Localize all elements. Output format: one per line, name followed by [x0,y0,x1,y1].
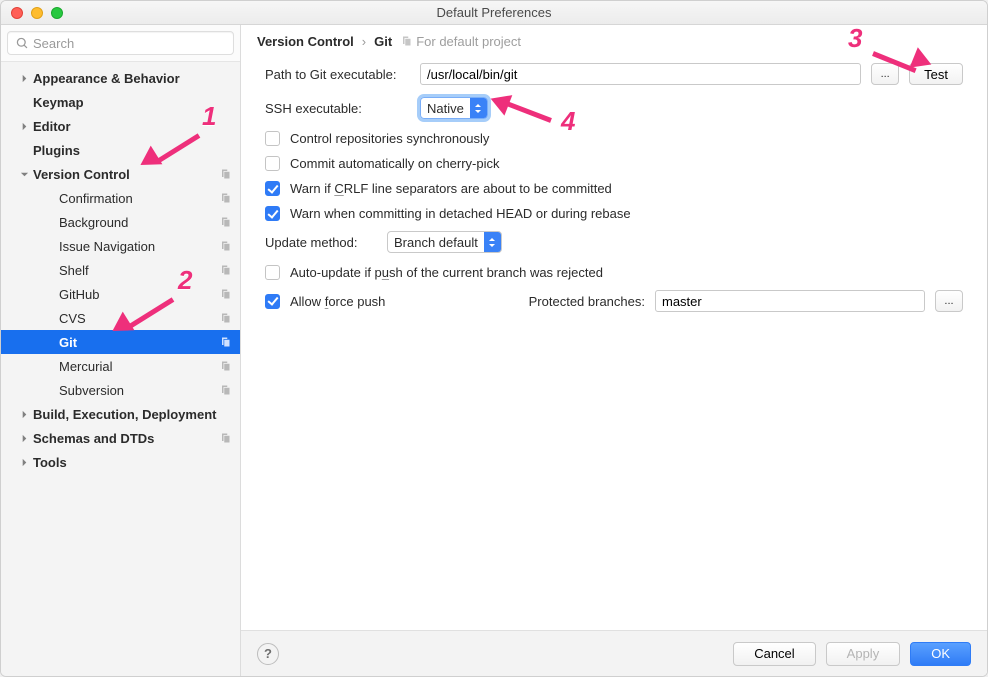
sidebar-item-label: Git [59,335,218,350]
main-panel: Version Control › Git For default projec… [241,25,987,676]
apply-button[interactable]: Apply [826,642,901,666]
sidebar-item-label: Appearance & Behavior [33,71,232,86]
copy-scope-icon [400,35,412,47]
chevron-down-icon [19,169,30,180]
sidebar-item-label: Tools [33,455,232,470]
project-scope-icon [218,335,232,349]
chevron-right-icon [19,121,30,132]
sidebar-tree: Appearance & BehaviorKeymapEditorPlugins… [1,62,240,676]
chevron-right-icon [19,73,30,84]
sidebar-item-schemas-and-dtds[interactable]: Schemas and DTDs [1,426,240,450]
chevron-updown-icon [484,232,501,252]
sidebar-item-issue-navigation[interactable]: Issue Navigation [1,234,240,258]
checkbox-detached-warn-label: Warn when committing in detached HEAD or… [290,206,631,221]
ok-button[interactable]: OK [910,642,971,666]
sidebar-item-label: GitHub [59,287,218,302]
annotation-number-2: 2 [178,265,192,296]
update-method-label: Update method: [265,235,377,250]
project-scope-icon [218,359,232,373]
protected-branches-expand-button[interactable]: ... [935,290,963,312]
sidebar-item-shelf[interactable]: Shelf [1,258,240,282]
annotation-number-4: 4 [561,106,575,137]
search-icon [16,37,29,50]
ssh-label: SSH executable: [265,101,410,116]
project-scope-icon [218,287,232,301]
sidebar-item-label: Issue Navigation [59,239,218,254]
dialog-footer: ? Cancel Apply OK [241,630,987,676]
titlebar: Default Preferences [1,1,987,25]
sidebar-item-mercurial[interactable]: Mercurial [1,354,240,378]
sidebar-item-tools[interactable]: Tools [1,450,240,474]
project-scope-icon [218,239,232,253]
sidebar-item-plugins[interactable]: Plugins [1,138,240,162]
sidebar-item-label: Shelf [59,263,218,278]
path-label: Path to Git executable: [265,67,410,82]
protected-branches-label: Protected branches: [529,294,645,309]
project-scope-icon [218,383,232,397]
checkbox-cherry-pick[interactable] [265,156,280,171]
search-input[interactable]: Search [7,31,234,55]
project-scope-icon [218,167,232,181]
project-scope-icon [218,431,232,445]
annotation-number-3: 3 [848,23,862,54]
browse-button[interactable]: ... [871,63,899,85]
breadcrumb-git: Git [374,34,392,49]
checkbox-auto-update-push[interactable] [265,265,280,280]
chevron-updown-icon [470,98,487,118]
checkbox-auto-update-push-label: Auto-update if push of the current branc… [290,265,603,280]
checkbox-control-sync-label: Control repositories synchronously [290,131,489,146]
sidebar-item-label: Build, Execution, Deployment [33,407,232,422]
sidebar-item-build-execution-deployment[interactable]: Build, Execution, Deployment [1,402,240,426]
sidebar-item-label: Schemas and DTDs [33,431,218,446]
window-title: Default Preferences [1,5,987,20]
breadcrumb-version-control[interactable]: Version Control [257,34,354,49]
checkbox-detached-warn[interactable] [265,206,280,221]
sidebar-item-version-control[interactable]: Version Control [1,162,240,186]
project-scope-icon [218,191,232,205]
checkbox-control-sync[interactable] [265,131,280,146]
sidebar-item-subversion[interactable]: Subversion [1,378,240,402]
project-scope-icon [218,215,232,229]
breadcrumb-scope: For default project [400,34,521,49]
checkbox-cherry-pick-label: Commit automatically on cherry-pick [290,156,500,171]
annotation-number-1: 1 [202,101,216,132]
protected-branches-input[interactable] [655,290,925,312]
sidebar-item-confirmation[interactable]: Confirmation [1,186,240,210]
git-path-input[interactable] [420,63,861,85]
ssh-executable-select[interactable]: Native [420,97,488,119]
sidebar-item-github[interactable]: GitHub [1,282,240,306]
sidebar-item-label: Confirmation [59,191,218,206]
sidebar-item-label: Version Control [33,167,218,182]
sidebar-item-label: Mercurial [59,359,218,374]
sidebar-item-background[interactable]: Background [1,210,240,234]
chevron-right-icon [19,457,30,468]
chevron-right-icon [19,433,30,444]
cancel-button[interactable]: Cancel [733,642,815,666]
sidebar-item-appearance-behavior[interactable]: Appearance & Behavior [1,66,240,90]
chevron-right-icon [19,409,30,420]
checkbox-crlf-warn[interactable] [265,181,280,196]
settings-content: Path to Git executable: ... Test SSH exe… [241,57,987,630]
checkbox-force-push-label: Allow force push [290,294,385,309]
checkbox-crlf-warn-label: Warn if CRLF line separators are about t… [290,181,612,196]
update-method-select[interactable]: Branch default [387,231,502,253]
help-button[interactable]: ? [257,643,279,665]
checkbox-force-push[interactable] [265,294,280,309]
preferences-window: Default Preferences Search Appearance & … [0,0,988,677]
sidebar-item-label: Background [59,215,218,230]
sidebar-item-label: Plugins [33,143,232,158]
project-scope-icon [218,263,232,277]
sidebar-item-label: Subversion [59,383,218,398]
project-scope-icon [218,311,232,325]
search-placeholder: Search [33,36,74,51]
